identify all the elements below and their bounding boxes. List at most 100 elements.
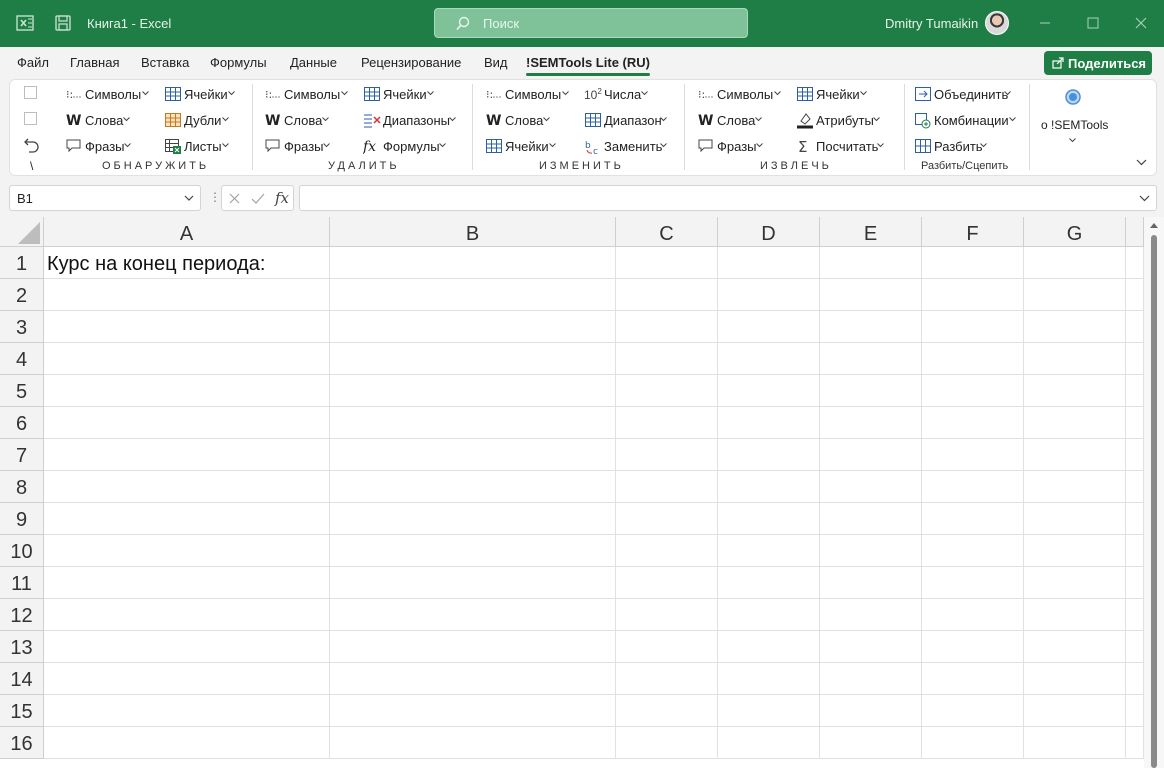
- cell-b4[interactable]: [330, 343, 616, 375]
- cell-c13[interactable]: [616, 631, 718, 663]
- cell-e4[interactable]: [820, 343, 922, 375]
- cell-d16[interactable]: [718, 727, 820, 759]
- cell-e11[interactable]: [820, 567, 922, 599]
- cell-g3[interactable]: [1024, 311, 1126, 343]
- row-header[interactable]: 11: [0, 567, 44, 599]
- cell-f5[interactable]: [922, 375, 1024, 407]
- cell-f13[interactable]: [922, 631, 1024, 663]
- cell-b9[interactable]: [330, 503, 616, 535]
- cell-a1[interactable]: Курс на конец периода:: [44, 247, 330, 279]
- cell-g13[interactable]: [1024, 631, 1126, 663]
- cell-b2[interactable]: [330, 279, 616, 311]
- cell-a4[interactable]: [44, 343, 330, 375]
- cell-a13[interactable]: [44, 631, 330, 663]
- cell-b10[interactable]: [330, 535, 616, 567]
- cell-d10[interactable]: [718, 535, 820, 567]
- cell-d8[interactable]: [718, 471, 820, 503]
- cell-e12[interactable]: [820, 599, 922, 631]
- cell-e16[interactable]: [820, 727, 922, 759]
- cell-e2[interactable]: [820, 279, 922, 311]
- cell-overflow[interactable]: [1126, 311, 1144, 343]
- cell-overflow[interactable]: [1126, 727, 1144, 759]
- tab-review[interactable]: Рецензирование: [361, 55, 461, 70]
- cell-d15[interactable]: [718, 695, 820, 727]
- column-header-f[interactable]: F: [922, 217, 1024, 247]
- cell-c15[interactable]: [616, 695, 718, 727]
- cell-a8[interactable]: [44, 471, 330, 503]
- cell-c6[interactable]: [616, 407, 718, 439]
- row-header[interactable]: 12: [0, 599, 44, 631]
- cell-c9[interactable]: [616, 503, 718, 535]
- cell-d4[interactable]: [718, 343, 820, 375]
- cell-c3[interactable]: [616, 311, 718, 343]
- cell-e13[interactable]: [820, 631, 922, 663]
- row-header[interactable]: 9: [0, 503, 44, 535]
- cell-b15[interactable]: [330, 695, 616, 727]
- cell-a16[interactable]: [44, 727, 330, 759]
- cell-overflow[interactable]: [1126, 567, 1144, 599]
- cell-c7[interactable]: [616, 439, 718, 471]
- cell-a7[interactable]: [44, 439, 330, 471]
- insert-function-icon[interactable]: fx: [275, 189, 289, 207]
- cell-a12[interactable]: [44, 599, 330, 631]
- cell-g16[interactable]: [1024, 727, 1126, 759]
- cell-f9[interactable]: [922, 503, 1024, 535]
- cancel-icon[interactable]: [228, 192, 241, 205]
- cell-c5[interactable]: [616, 375, 718, 407]
- cell-g6[interactable]: [1024, 407, 1126, 439]
- cell-g11[interactable]: [1024, 567, 1126, 599]
- row-header[interactable]: 7: [0, 439, 44, 471]
- excel-app-icon[interactable]: [15, 13, 35, 33]
- search-box[interactable]: Поиск: [434, 8, 748, 38]
- column-header-a[interactable]: A: [44, 217, 330, 247]
- cell-g14[interactable]: [1024, 663, 1126, 695]
- cell-c4[interactable]: [616, 343, 718, 375]
- cell-overflow[interactable]: [1126, 343, 1144, 375]
- cell-c12[interactable]: [616, 599, 718, 631]
- row-header[interactable]: 14: [0, 663, 44, 695]
- cell-overflow[interactable]: [1126, 279, 1144, 311]
- cell-e8[interactable]: [820, 471, 922, 503]
- cell-overflow[interactable]: [1126, 535, 1144, 567]
- cell-d12[interactable]: [718, 599, 820, 631]
- cell-f14[interactable]: [922, 663, 1024, 695]
- tab-data[interactable]: Данные: [290, 55, 337, 70]
- cell-a15[interactable]: [44, 695, 330, 727]
- cell-f15[interactable]: [922, 695, 1024, 727]
- cell-g10[interactable]: [1024, 535, 1126, 567]
- cell-overflow[interactable]: [1126, 471, 1144, 503]
- cell-f7[interactable]: [922, 439, 1024, 471]
- tab-insert[interactable]: Вставка: [141, 55, 189, 70]
- cell-f3[interactable]: [922, 311, 1024, 343]
- cell-e9[interactable]: [820, 503, 922, 535]
- cell-e6[interactable]: [820, 407, 922, 439]
- cell-f1[interactable]: [922, 247, 1024, 279]
- cell-b11[interactable]: [330, 567, 616, 599]
- cell-overflow[interactable]: [1126, 695, 1144, 727]
- save-icon[interactable]: [53, 13, 73, 33]
- cell-f12[interactable]: [922, 599, 1024, 631]
- cell-g5[interactable]: [1024, 375, 1126, 407]
- row-header[interactable]: 5: [0, 375, 44, 407]
- avatar[interactable]: [985, 11, 1009, 35]
- about-semtools-button[interactable]: о !SEMTools: [1036, 86, 1110, 156]
- cell-f10[interactable]: [922, 535, 1024, 567]
- expand-formula-icon[interactable]: [1139, 195, 1150, 202]
- cell-c11[interactable]: [616, 567, 718, 599]
- cell-d13[interactable]: [718, 631, 820, 663]
- cell-g9[interactable]: [1024, 503, 1126, 535]
- cell-g2[interactable]: [1024, 279, 1126, 311]
- cell-b16[interactable]: [330, 727, 616, 759]
- cell-g15[interactable]: [1024, 695, 1126, 727]
- cell-a3[interactable]: [44, 311, 330, 343]
- scroll-up-icon[interactable]: [1149, 222, 1159, 229]
- ribbon-collapse-icon[interactable]: [1136, 159, 1147, 166]
- cell-f11[interactable]: [922, 567, 1024, 599]
- cell-overflow[interactable]: [1126, 375, 1144, 407]
- cell-f16[interactable]: [922, 727, 1024, 759]
- tab-view[interactable]: Вид: [484, 55, 508, 70]
- column-header-e[interactable]: E: [820, 217, 922, 247]
- cell-f4[interactable]: [922, 343, 1024, 375]
- cell-a14[interactable]: [44, 663, 330, 695]
- cell-e14[interactable]: [820, 663, 922, 695]
